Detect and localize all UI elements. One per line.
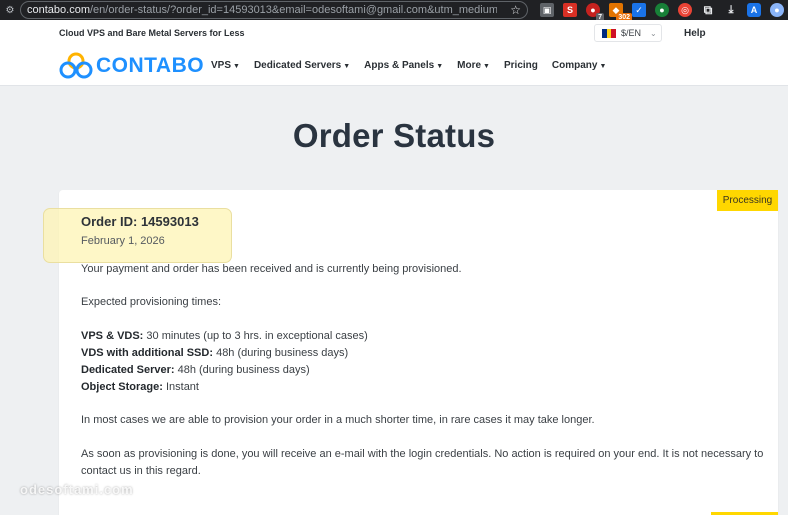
nav-item-apps-panels[interactable]: Apps & Panels ▼ [364,60,443,71]
order-date: February 1, 2026 [81,235,165,247]
check-extension-icon[interactable]: ✓ [632,3,646,17]
caret-down-icon: ▼ [483,63,490,70]
red-extension-icon[interactable]: ● 7 [586,3,604,22]
nav-item-pricing[interactable]: Pricing [504,60,538,71]
received-text: Your payment and order has been received… [81,263,462,275]
nav-menu: VPS ▼ Dedicated Servers ▼ Apps & Panels ▼ M… [211,60,606,71]
caret-down-icon: ▼ [599,63,607,70]
translate-extension-icon[interactable]: A [747,3,761,17]
download-icon[interactable]: ⤓ [724,3,738,17]
time-row-vds-ssd: VDS with additional SSD: 48h (during bus… [81,347,349,359]
puzzle-extensions-icon[interactable]: ⧉ [701,3,715,17]
expected-heading: Expected provisioning times: [81,296,222,308]
profile-avatar-icon[interactable]: ● [770,3,784,17]
nav-item-vps[interactable]: VPS ▼ [211,60,240,71]
cloud-logo-icon [59,52,93,79]
email-info-text: As soon as provisioning is done, you wil… [81,448,764,477]
chevron-down-icon: ⌄ [650,28,657,38]
nav-item-more[interactable]: More ▼ [457,60,490,71]
language-label: $/EN [621,28,642,38]
time-row-vps: VPS & VDS: 30 minutes (up to 3 hrs. in e… [81,330,368,342]
url-text: contabo.com/en/order-status/?order_id=14… [27,4,497,16]
romania-flag-icon [602,28,617,38]
caret-down-icon: ▼ [233,63,240,70]
nav-item-dedicated-servers[interactable]: Dedicated Servers ▼ [254,60,350,71]
top-bar: Cloud VPS and Bare Metal Servers for Les… [0,20,788,46]
logo-text: CONTABO [96,54,205,77]
page-title: Order Status [292,117,496,154]
chrome-extension-icon[interactable]: ◎ [678,3,692,17]
caret-down-icon: ▼ [436,63,444,70]
address-bar[interactable]: contabo.com/en/order-status/?order_id=14… [20,1,528,19]
order-id: Order ID: 14593013 [81,214,199,229]
site-settings-icon[interactable]: ⚙ [2,5,18,16]
green-extension-icon[interactable]: ● [655,3,669,17]
nav-item-company[interactable]: Company ▼ [552,60,607,71]
orange-extension-icon[interactable]: ◆ 302 [609,3,632,22]
s-extension-icon[interactable]: S [563,3,577,17]
bookmark-star-icon[interactable]: ☆ [510,3,521,17]
status-badge: Processing [717,190,778,211]
watermark: odesoftami.com [20,482,134,497]
help-link[interactable]: Help [684,28,706,39]
time-row-object-storage: Object Storage: Instant [81,381,199,393]
time-row-dedicated: Dedicated Server: 48h (during business d… [81,364,310,376]
extensions-bar: ▣ S ● 7 ◆ 302 ✓ ● ◎ ⧉ ⤓ A ● [540,3,784,22]
main-nav: CONTABO VPS ▼ Dedicated Servers ▼ Apps & P… [0,46,788,86]
shorter-time-text: In most cases we are able to provision y… [81,414,595,426]
language-currency-select[interactable]: $/EN ⌄ [594,24,662,42]
tagline: Cloud VPS and Bare Metal Servers for Les… [59,28,245,38]
caret-down-icon: ▼ [343,63,351,70]
browser-toolbar: ⚙ contabo.com/en/order-status/?order_id=… [0,0,788,22]
screenshot-extension-icon[interactable]: ▣ [540,3,554,17]
contabo-logo[interactable]: CONTABO [59,51,204,81]
